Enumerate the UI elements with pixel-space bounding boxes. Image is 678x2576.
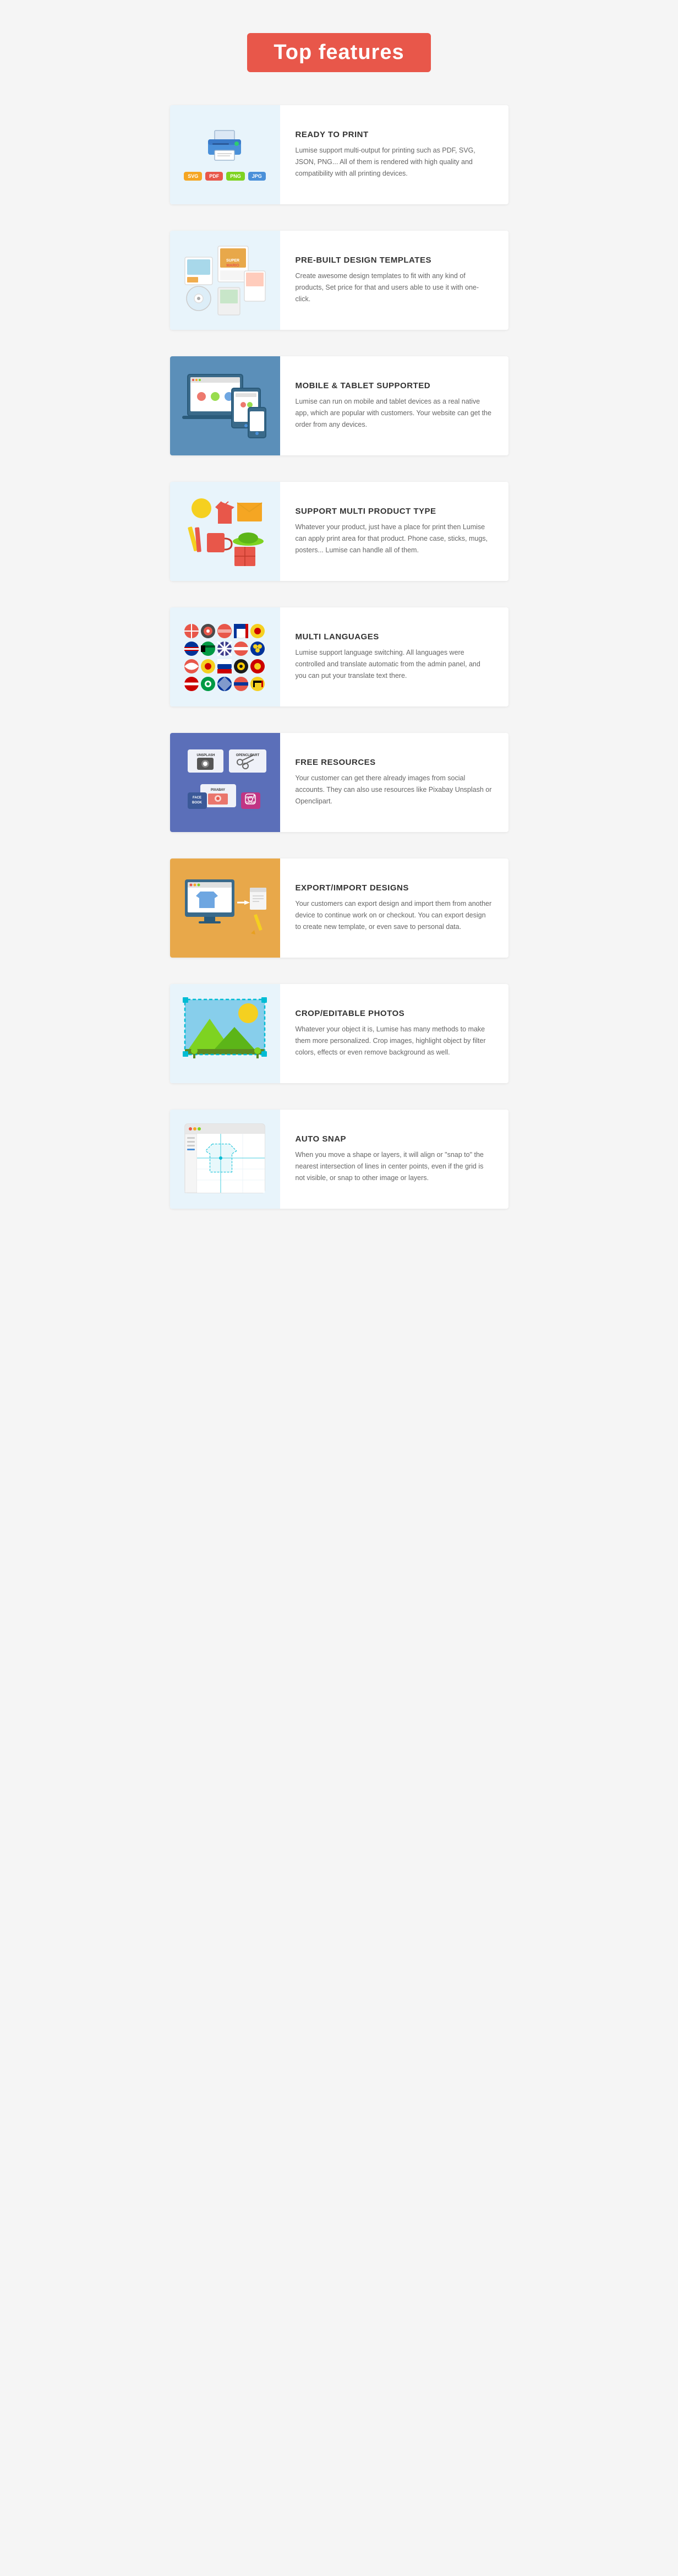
feature-mobile: MOBILE & TABLET SUPPORTED Lumise can run… [170,356,508,455]
feature-resources-image: UNSPLASH OPENCLIPART PIXABAY [170,733,280,832]
feature-templates-title: PRE-BUILT DESIGN TEMPLATES [296,256,493,265]
page-wrapper: Top features [170,0,508,1268]
badge-jpg: JPG [248,172,266,181]
feature-export: EXPORT/IMPORT DESIGNS Your customers can… [170,858,508,958]
feature-product-title: SUPPORT MULTI PRODUCT TYPE [296,507,493,516]
feature-product: SUPPORT MULTI PRODUCT TYPE Whatever your… [170,482,508,581]
feature-mobile-desc: Lumise can run on mobile and tablet devi… [296,396,493,431]
svg-text:BOOK: BOOK [192,801,203,805]
feature-snap-image [170,1110,280,1209]
feature-product-desc: Whatever your product, just have a place… [296,521,493,557]
feature-crop-title: CROP/EDITABLE PHOTOS [296,1009,493,1018]
crop-icon [179,994,270,1074]
product-icon [179,492,270,572]
svg-text:MARIO: MARIO [226,264,239,268]
svg-text:FACE: FACE [193,796,201,800]
feature-resources: UNSPLASH OPENCLIPART PIXABAY [170,733,508,832]
feature-print-image: SVG PDF PNG JPG [170,105,280,204]
badge-pdf: PDF [205,172,223,181]
languages-icon [179,617,270,697]
feature-languages: MULTI LANGUAGES Lumise support language … [170,607,508,707]
format-badges: SVG PDF PNG JPG [184,172,266,181]
print-illustration: SVG PDF PNG JPG [184,129,266,181]
feature-templates-image: SUPER MARIO [170,231,280,330]
feature-mobile-content: MOBILE & TABLET SUPPORTED Lumise can run… [280,368,508,444]
export-icon [179,868,270,948]
svg-text:OPENCLIPART: OPENCLIPART [236,754,260,757]
snap-icon [179,1119,270,1199]
feature-print-title: READY TO PRINT [296,130,493,139]
svg-text:PIXABAY: PIXABAY [211,789,225,792]
feature-crop-image [170,984,280,1083]
feature-print-desc: Lumise support multi-output for printing… [296,145,493,180]
feature-print-content: READY TO PRINT Lumise support multi-outp… [280,117,508,193]
feature-templates-content: PRE-BUILT DESIGN TEMPLATES Create awesom… [280,242,508,319]
badge-png: PNG [226,172,245,181]
templates-icon: SUPER MARIO [179,241,270,320]
feature-export-title: EXPORT/IMPORT DESIGNS [296,883,493,893]
feature-export-desc: Your customers can export design and imp… [296,898,493,933]
feature-templates: SUPER MARIO PRE-BUILT DESIGN TEMPLATES C… [170,231,508,330]
svg-text:SUPER: SUPER [226,259,239,263]
feature-snap-desc: When you move a shape or layers, it will… [296,1149,493,1184]
badge-svg: SVG [184,172,202,181]
feature-languages-title: MULTI LANGUAGES [296,632,493,642]
feature-crop-content: CROP/EDITABLE PHOTOS Whatever your objec… [280,996,508,1072]
feature-languages-content: MULTI LANGUAGES Lumise support language … [280,619,508,695]
svg-text:UNSPLASH: UNSPLASH [196,754,215,757]
feature-resources-content: FREE RESOURCES Your customer can get the… [280,744,508,821]
feature-languages-image [170,607,280,707]
feature-mobile-image [170,356,280,455]
feature-mobile-title: MOBILE & TABLET SUPPORTED [296,381,493,390]
feature-ready-to-print: SVG PDF PNG JPG READY TO PRINT Lumise su… [170,105,508,204]
feature-crop: CROP/EDITABLE PHOTOS Whatever your objec… [170,984,508,1083]
feature-snap-title: AUTO SNAP [296,1134,493,1144]
feature-languages-desc: Lumise support language switching. All l… [296,647,493,682]
feature-product-image [170,482,280,581]
feature-resources-desc: Your customer can get there already imag… [296,773,493,808]
feature-snap: AUTO SNAP When you move a shape or layer… [170,1110,508,1209]
feature-product-content: SUPPORT MULTI PRODUCT TYPE Whatever your… [280,493,508,570]
printer-icon [203,129,247,165]
feature-resources-title: FREE RESOURCES [296,758,493,767]
feature-export-image [170,858,280,958]
page-title: Top features [247,33,430,72]
resources-icon: UNSPLASH OPENCLIPART PIXABAY [179,743,270,823]
feature-templates-desc: Create awesome design templates to fit w… [296,270,493,306]
feature-snap-content: AUTO SNAP When you move a shape or layer… [280,1121,508,1198]
feature-crop-desc: Whatever your object it is, Lumise has m… [296,1024,493,1059]
feature-export-content: EXPORT/IMPORT DESIGNS Your customers can… [280,870,508,947]
mobile-icon [179,366,270,446]
header-section: Top features [170,33,508,72]
